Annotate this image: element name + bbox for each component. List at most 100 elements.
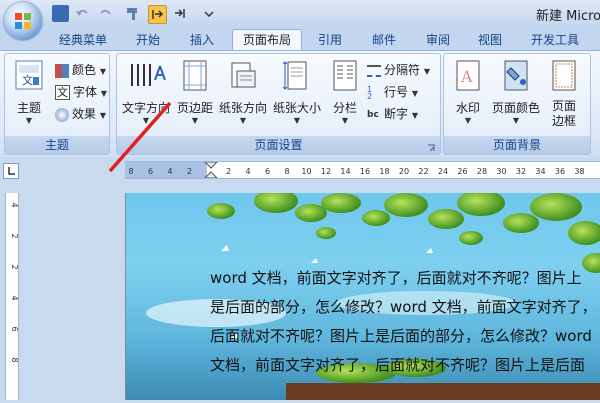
themes-icon: 文 xyxy=(11,60,47,93)
page-borders-icon xyxy=(544,60,584,95)
orientation-button[interactable]: 纸张方向 ▼ xyxy=(217,60,269,125)
customize-toolbar-icon[interactable] xyxy=(200,5,217,22)
ruler-tick-label: 24 xyxy=(438,167,448,176)
tab-home[interactable]: 开始 xyxy=(126,31,170,50)
page-background-group: A 水印 ▼ 页面颜色 ▼ 页面 边框 页面背景 xyxy=(443,53,591,155)
paper-size-button[interactable]: 纸张大小 ▼ xyxy=(271,60,323,125)
tab-classic-menu[interactable]: 经典菜单 xyxy=(50,31,116,50)
chevron-down-icon: ▼ xyxy=(341,116,349,125)
paper-size-label: 纸张大小 xyxy=(272,101,321,115)
tab-developer[interactable]: 开发工具 xyxy=(522,31,588,50)
office-button[interactable] xyxy=(4,2,42,40)
page-color-icon xyxy=(490,60,542,95)
ruler-tick-label: 10 xyxy=(301,167,311,176)
svg-text:文: 文 xyxy=(22,73,33,87)
title-bar: 新建 Micro xyxy=(0,0,600,28)
chevron-down-icon: ▼ xyxy=(293,116,301,125)
chevron-down-icon: ▼ xyxy=(191,116,199,125)
vertical-ruler[interactable]: 4 2 2 4 6 8 xyxy=(5,193,19,400)
line-numbers-icon: 12 xyxy=(367,84,373,101)
tab-references[interactable]: 引用 xyxy=(308,31,352,50)
format-painter-icon[interactable] xyxy=(125,5,142,22)
tab-view[interactable]: 视图 xyxy=(468,31,512,50)
redo-icon[interactable] xyxy=(97,5,114,22)
page-borders-button[interactable]: 页面 边框 xyxy=(544,60,584,129)
page-break-icon xyxy=(367,64,381,77)
watermark-icon: A xyxy=(448,60,488,95)
ruler-tick-label: 2 xyxy=(10,264,18,269)
ruler-tick-label: 32 xyxy=(516,167,526,176)
text-direction-icon xyxy=(119,60,173,95)
ruler-row: 8 6 4 2 2 4 6 8 10 12 14 16 18 20 22 24 26 28 30 32 34 36 38 xyxy=(0,157,600,181)
paper-size-icon xyxy=(271,60,323,95)
ruler-tick-label: 16 xyxy=(360,167,370,176)
columns-button[interactable]: 分栏 ▼ xyxy=(327,60,363,125)
ruler-tick-label: 38 xyxy=(574,167,584,176)
ruler-tick-label: 4 xyxy=(245,167,250,176)
tab-insert[interactable]: 插入 xyxy=(180,31,224,50)
theme-colors-button[interactable]: 颜色 ▼ xyxy=(55,60,106,80)
columns-icon xyxy=(327,60,363,95)
ruler-tick-label: 6 xyxy=(265,167,270,176)
margins-icon xyxy=(175,60,215,95)
watermark-label: 水印 xyxy=(455,101,480,115)
ruler-tick-label: 30 xyxy=(496,167,506,176)
chevron-down-icon: ▼ xyxy=(464,116,472,125)
themes-label: 主题 xyxy=(16,101,41,115)
text-line: word 文档，前面文字对齐了，后面就对不齐呢？图片上 xyxy=(210,269,582,287)
tab-page-layout[interactable]: 页面布局 xyxy=(232,29,302,51)
text-line: 后面就对不齐呢？图片上是后面的部分，怎么修改？word xyxy=(210,327,592,345)
palette-icon xyxy=(55,63,69,78)
orientation-icon xyxy=(217,60,269,95)
ruler-tick-label: 14 xyxy=(340,167,350,176)
text-line: 文档，前面文字对齐了，后面就对不齐呢？图片上是后面 xyxy=(210,356,586,374)
tab-selector-button[interactable] xyxy=(3,163,19,179)
ruler-tick-label: 18 xyxy=(379,167,389,176)
dialog-launcher-icon[interactable] xyxy=(427,142,436,152)
line-numbers-button[interactable]: 1 2 行号 ▼ xyxy=(367,82,418,102)
ribbon: 文 主题 ▼ 颜色 ▼ 文字体 ▼ 效果 ▼ 主题 文字方向 ▼ 页边距 ▼ 纸… xyxy=(0,50,600,158)
undo-icon[interactable] xyxy=(74,5,91,22)
ruler-tick-label: 4 xyxy=(10,295,18,300)
page-background-group-label: 页面背景 xyxy=(444,136,590,154)
chevron-down-icon: ▼ xyxy=(512,116,520,125)
ruler-tick-label: 8 xyxy=(10,357,18,362)
page-color-button[interactable]: 页面颜色 ▼ xyxy=(490,60,542,125)
hyphenation-button[interactable]: bc 断字 ▼ xyxy=(367,104,418,124)
horizontal-ruler[interactable]: 8 6 4 2 2 4 6 8 10 12 14 16 18 20 22 24 26 28 30 32 34 36 38 xyxy=(125,161,600,179)
svg-text:A: A xyxy=(460,67,473,86)
watermark-button[interactable]: A 水印 ▼ xyxy=(448,60,488,125)
ruler-tick-label: 26 xyxy=(457,167,467,176)
align-right-toggle-icon[interactable] xyxy=(171,5,188,22)
chevron-down-icon: ▼ xyxy=(239,116,247,125)
margins-label: 页边距 xyxy=(176,101,213,115)
tab-mailings[interactable]: 邮件 xyxy=(362,31,406,50)
orientation-label: 纸张方向 xyxy=(218,101,267,115)
ribbon-tab-bar: 经典菜单 开始 插入 页面布局 引用 邮件 审阅 视图 开发工具 xyxy=(0,28,600,51)
margins-button[interactable]: 页边距 ▼ xyxy=(175,60,215,125)
themes-button[interactable]: 文 主题 ▼ xyxy=(11,60,47,125)
align-left-toggle-icon[interactable] xyxy=(148,5,167,24)
page-borders-label: 页面 边框 xyxy=(551,99,576,128)
vertical-ruler-scale: 4 2 2 4 6 8 xyxy=(10,202,19,362)
ruler-tick-label: 34 xyxy=(535,167,545,176)
tab-review[interactable]: 审阅 xyxy=(416,31,460,50)
document-text[interactable]: word 文档，前面文字对齐了，后面就对不齐呢？图片上 是后面的部分，怎么修改？… xyxy=(210,264,600,380)
theme-effects-button[interactable]: 效果 ▼ xyxy=(55,104,106,124)
theme-group-label: 主题 xyxy=(5,136,109,154)
page-color-label: 页面颜色 xyxy=(491,101,540,115)
ruler-tick-label: 2 xyxy=(10,233,18,238)
theme-group: 文 主题 ▼ 颜色 ▼ 文字体 ▼ 效果 ▼ 主题 xyxy=(4,53,110,155)
chevron-down-icon: ▼ xyxy=(25,116,33,125)
ruler-tick-label: 28 xyxy=(477,167,487,176)
text-line: 是后面的部分，怎么修改？word 文档，前面文字对齐了， xyxy=(210,298,597,316)
breaks-button[interactable]: 分隔符 ▼ xyxy=(367,60,430,80)
horizontal-ruler-scale: 8 6 4 2 2 4 6 8 10 12 14 16 18 20 22 24 26 28 30 32 34 36 38 xyxy=(125,161,585,179)
hyphenation-icon: bc xyxy=(367,109,379,120)
ruler-tick-label: 6 xyxy=(10,326,18,331)
ruler-tick-label: 20 xyxy=(399,167,409,176)
columns-label: 分栏 xyxy=(332,101,357,115)
font-icon: 文 xyxy=(55,85,70,100)
ruler-tick-label: 2 xyxy=(226,167,231,176)
save-icon[interactable] xyxy=(52,5,69,22)
